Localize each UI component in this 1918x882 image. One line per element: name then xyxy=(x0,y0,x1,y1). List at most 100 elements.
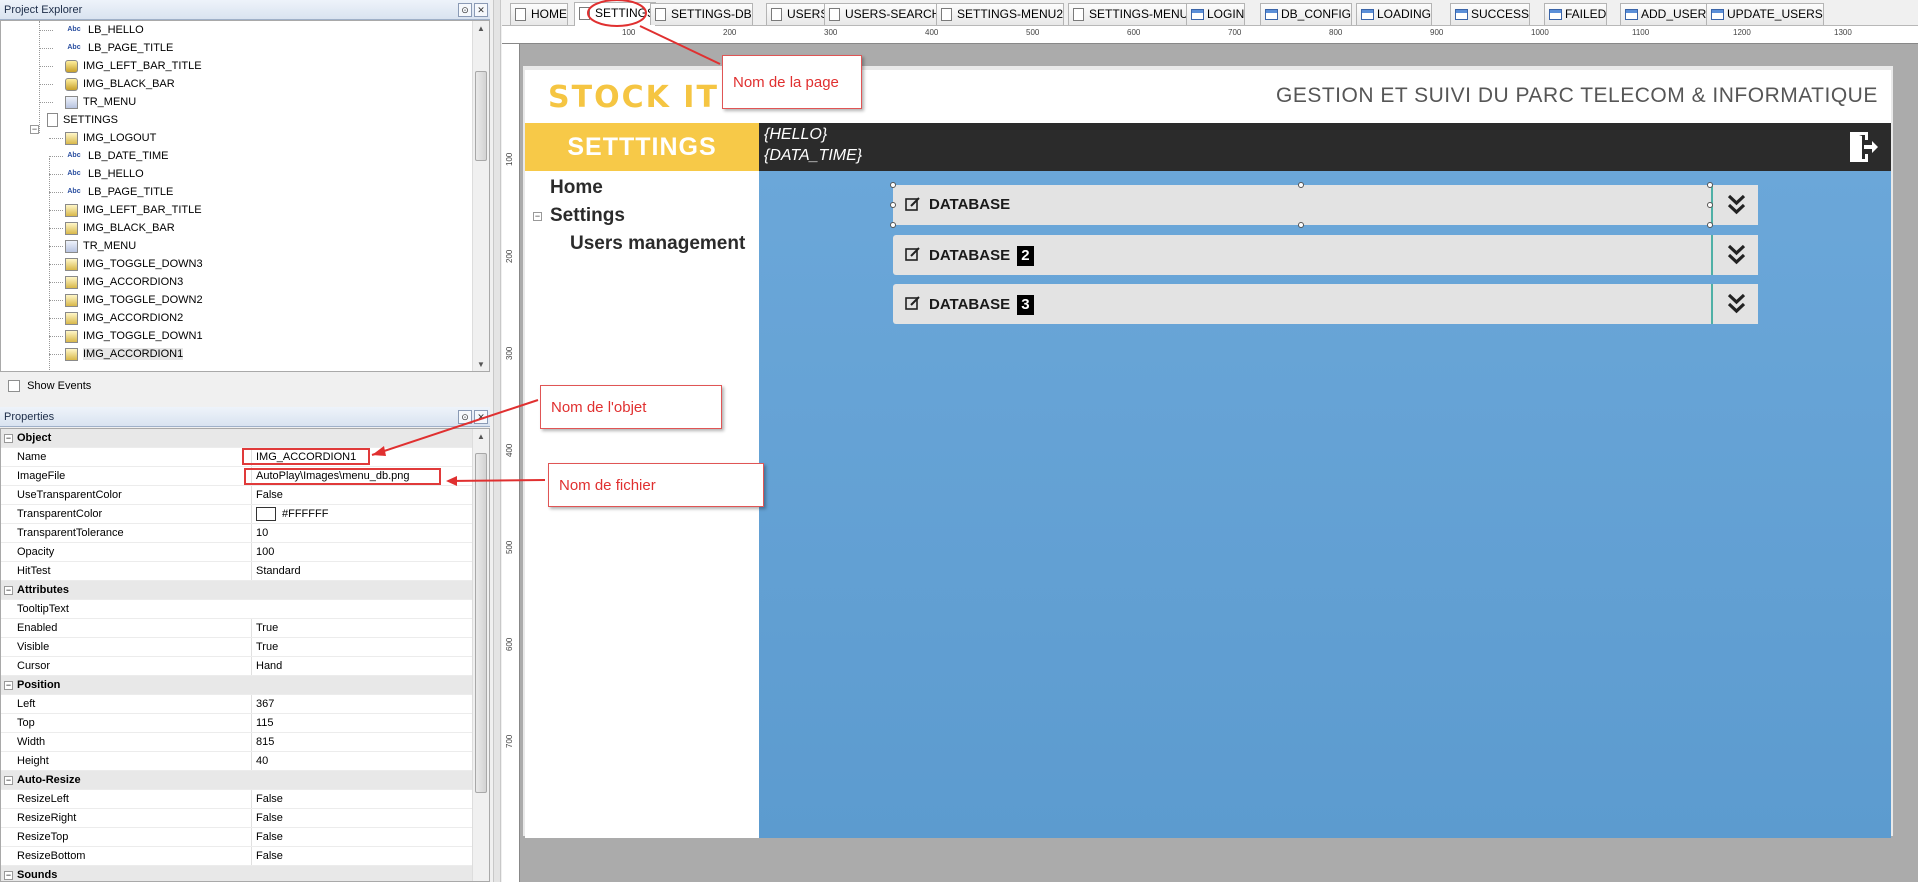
explorer-scrollbar[interactable]: ▲ ▼ xyxy=(472,21,489,371)
tab-settings[interactable]: SETTINGS xyxy=(574,2,657,26)
tree-item[interactable]: IMG_TOGGLE_DOWN3 xyxy=(65,255,203,273)
tree-item[interactable]: IMG_BLACK_BAR xyxy=(65,75,175,93)
tree-item[interactable]: Abc LB_HELLO xyxy=(65,21,143,39)
property-row[interactable]: Enabled True xyxy=(1,619,475,638)
close-icon[interactable]: ✕ xyxy=(474,410,488,424)
panel-splitter[interactable] xyxy=(493,0,501,882)
property-row[interactable]: Top 115 xyxy=(1,714,475,733)
collapse-icon[interactable]: − xyxy=(4,586,13,595)
property-value[interactable]: Standard xyxy=(251,562,475,580)
property-row[interactable]: Name IMG_ACCORDION1 xyxy=(1,448,475,467)
tree-item[interactable]: IMG_TOGGLE_DOWN1 xyxy=(65,327,203,345)
tab-users[interactable]: USERS xyxy=(766,3,830,25)
tab-update_users[interactable]: UPDATE_USERS xyxy=(1706,3,1824,25)
property-row[interactable]: TooltipText xyxy=(1,600,475,619)
close-icon[interactable]: ✕ xyxy=(474,3,488,17)
selection-handle[interactable] xyxy=(1707,222,1713,228)
color-swatch[interactable] xyxy=(256,507,276,522)
property-category[interactable]: − Auto-Resize xyxy=(1,771,475,790)
selection-handle[interactable] xyxy=(890,202,896,208)
show-events-option[interactable]: Show Events xyxy=(0,376,490,398)
tab-settings-db[interactable]: SETTINGS-DB xyxy=(650,3,753,25)
property-row[interactable]: Opacity 100 xyxy=(1,543,475,562)
property-category[interactable]: − Object xyxy=(1,429,475,448)
property-value[interactable]: False xyxy=(251,486,475,504)
property-row[interactable]: Width 815 xyxy=(1,733,475,752)
tab-failed[interactable]: FAILED xyxy=(1544,3,1608,25)
property-row[interactable]: Visible True xyxy=(1,638,475,657)
tree-item[interactable]: Abc LB_DATE_TIME xyxy=(65,147,168,165)
logout-icon[interactable] xyxy=(1848,130,1878,164)
accordion-database-3[interactable]: DATABASE 3 xyxy=(893,284,1758,324)
property-category[interactable]: − Position xyxy=(1,676,475,695)
property-value[interactable]: Hand xyxy=(251,657,475,675)
properties-scrollbar[interactable]: ▲ xyxy=(472,429,489,881)
property-value[interactable]: #FFFFFF xyxy=(251,505,475,523)
property-value[interactable]: True xyxy=(251,638,475,656)
property-row[interactable]: TransparentColor #FFFFFF xyxy=(1,505,475,524)
property-value[interactable]: False xyxy=(251,828,475,846)
collapse-icon[interactable]: − xyxy=(4,681,13,690)
tree-item[interactable]: IMG_TOGGLE_DOWN2 xyxy=(65,291,203,309)
collapse-icon[interactable]: − xyxy=(4,434,13,443)
tree-item[interactable]: IMG_BLACK_BAR xyxy=(65,219,175,237)
property-row[interactable]: Cursor Hand xyxy=(1,657,475,676)
hello-label[interactable]: {HELLO} xyxy=(764,126,827,144)
pin-icon[interactable]: ⊙ xyxy=(458,3,472,17)
tab-settings-menu3[interactable]: SETTINGS-MENU3 xyxy=(1068,3,1197,25)
tree-item[interactable]: IMG_LEFT_BAR_TITLE xyxy=(65,201,202,219)
tree-item[interactable]: TR_MENU xyxy=(65,237,136,255)
tab-loading[interactable]: LOADING xyxy=(1356,3,1433,25)
property-value[interactable]: True xyxy=(251,619,475,637)
tab-settings-menu2[interactable]: SETTINGS-MENU2 xyxy=(936,3,1065,25)
tree-item[interactable]: TR_MENU xyxy=(65,93,136,111)
scroll-thumb[interactable] xyxy=(475,71,487,161)
tree-item[interactable]: IMG_LOGOUT xyxy=(65,129,156,147)
property-row[interactable]: HitTest Standard xyxy=(1,562,475,581)
tree-item[interactable]: IMG_ACCORDION2 xyxy=(65,309,183,327)
date-time-label[interactable]: {DATA_TIME} xyxy=(764,147,862,165)
selection-handle[interactable] xyxy=(1707,202,1713,208)
show-events-checkbox[interactable] xyxy=(8,380,20,393)
tab-users-search[interactable]: USERS-SEARCH xyxy=(824,3,942,25)
property-value[interactable]: 10 xyxy=(251,524,475,542)
menu-collapse-icon[interactable]: − xyxy=(533,212,542,221)
scroll-down-icon[interactable]: ▼ xyxy=(473,357,489,371)
collapse-icon[interactable]: − xyxy=(4,776,13,785)
collapse-icon[interactable]: − xyxy=(4,871,13,880)
property-row[interactable]: ResizeLeft False xyxy=(1,790,475,809)
toggle-down-1[interactable] xyxy=(1711,185,1758,225)
property-value[interactable]: 367 xyxy=(251,695,475,713)
scroll-thumb[interactable] xyxy=(475,453,487,793)
property-row[interactable]: UseTransparentColor False xyxy=(1,486,475,505)
property-row[interactable]: Height 40 xyxy=(1,752,475,771)
tab-add_user[interactable]: ADD_USER xyxy=(1620,3,1708,25)
selection-handle[interactable] xyxy=(890,222,896,228)
toggle-down-3[interactable] xyxy=(1711,284,1758,324)
property-value[interactable]: 40 xyxy=(251,752,475,770)
property-value[interactable]: False xyxy=(251,847,475,865)
pin-icon[interactable]: ⊙ xyxy=(458,410,472,424)
tab-login[interactable]: LOGIN xyxy=(1186,3,1246,25)
scroll-up-icon[interactable]: ▲ xyxy=(473,21,489,37)
accordion-database-2[interactable]: DATABASE 2 xyxy=(893,235,1758,275)
selection-handle[interactable] xyxy=(1298,182,1304,188)
tab-db_config[interactable]: DB_CONFIG xyxy=(1260,3,1353,25)
tree-item[interactable]: Abc LB_PAGE_TITLE xyxy=(65,39,173,57)
scroll-up-icon[interactable]: ▲ xyxy=(473,429,489,445)
property-value[interactable]: 815 xyxy=(251,733,475,751)
tree-item[interactable]: IMG_LEFT_BAR_TITLE xyxy=(65,57,202,75)
property-row[interactable]: ResizeBottom False xyxy=(1,847,475,866)
menu-item-users-management[interactable]: Users management xyxy=(570,233,745,255)
tree-item[interactable]: IMG_ACCORDION1 xyxy=(65,345,184,363)
tree-item[interactable]: IMG_ACCORDION3 xyxy=(65,273,183,291)
tree-item[interactable]: Abc LB_HELLO xyxy=(65,165,143,183)
property-value[interactable]: False xyxy=(251,809,475,827)
property-row[interactable]: TransparentTolerance 10 xyxy=(1,524,475,543)
property-row[interactable]: ResizeTop False xyxy=(1,828,475,847)
tree-item[interactable]: Abc LB_PAGE_TITLE xyxy=(65,183,173,201)
property-row[interactable]: ResizeRight False xyxy=(1,809,475,828)
tab-success[interactable]: SUCCESS xyxy=(1450,3,1531,25)
property-category[interactable]: − Sounds xyxy=(1,866,475,881)
selection-handle[interactable] xyxy=(1298,222,1304,228)
